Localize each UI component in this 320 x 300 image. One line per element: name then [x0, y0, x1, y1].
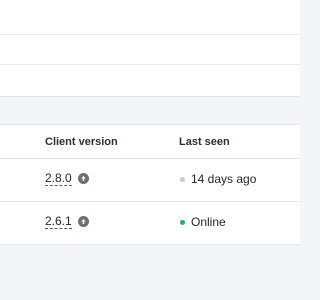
status-dot-icon — [180, 219, 185, 225]
client-version-cell: 2.8.0 — [45, 171, 89, 186]
header-region — [0, 0, 300, 97]
arrow-up-circle-icon[interactable] — [77, 216, 89, 227]
status-dot-icon — [180, 176, 185, 182]
arrow-up-circle-icon[interactable] — [77, 173, 89, 184]
devices-table: Client version Last seen 2.8.0 14 days a… — [0, 124, 300, 245]
page: Client version Last seen 2.8.0 14 days a… — [0, 0, 300, 300]
client-version-cell: 2.6.1 — [45, 214, 89, 229]
table-header-row: Client version Last seen — [0, 125, 300, 159]
column-header-client-version[interactable]: Client version — [45, 136, 118, 148]
table-row[interactable]: 2.8.0 14 days ago — [0, 159, 300, 202]
last-seen-cell: Online — [180, 215, 226, 229]
last-seen-value: Online — [191, 215, 226, 229]
table-row[interactable]: 2.6.1 Online — [0, 202, 300, 245]
column-header-last-seen[interactable]: Last seen — [179, 136, 230, 148]
last-seen-cell: 14 days ago — [180, 172, 256, 186]
last-seen-value: 14 days ago — [191, 172, 257, 186]
client-version-value[interactable]: 2.8.0 — [45, 171, 72, 186]
header-divider — [0, 64, 300, 65]
header-divider — [0, 96, 300, 97]
client-version-value[interactable]: 2.6.1 — [45, 214, 72, 229]
header-divider — [0, 34, 300, 35]
